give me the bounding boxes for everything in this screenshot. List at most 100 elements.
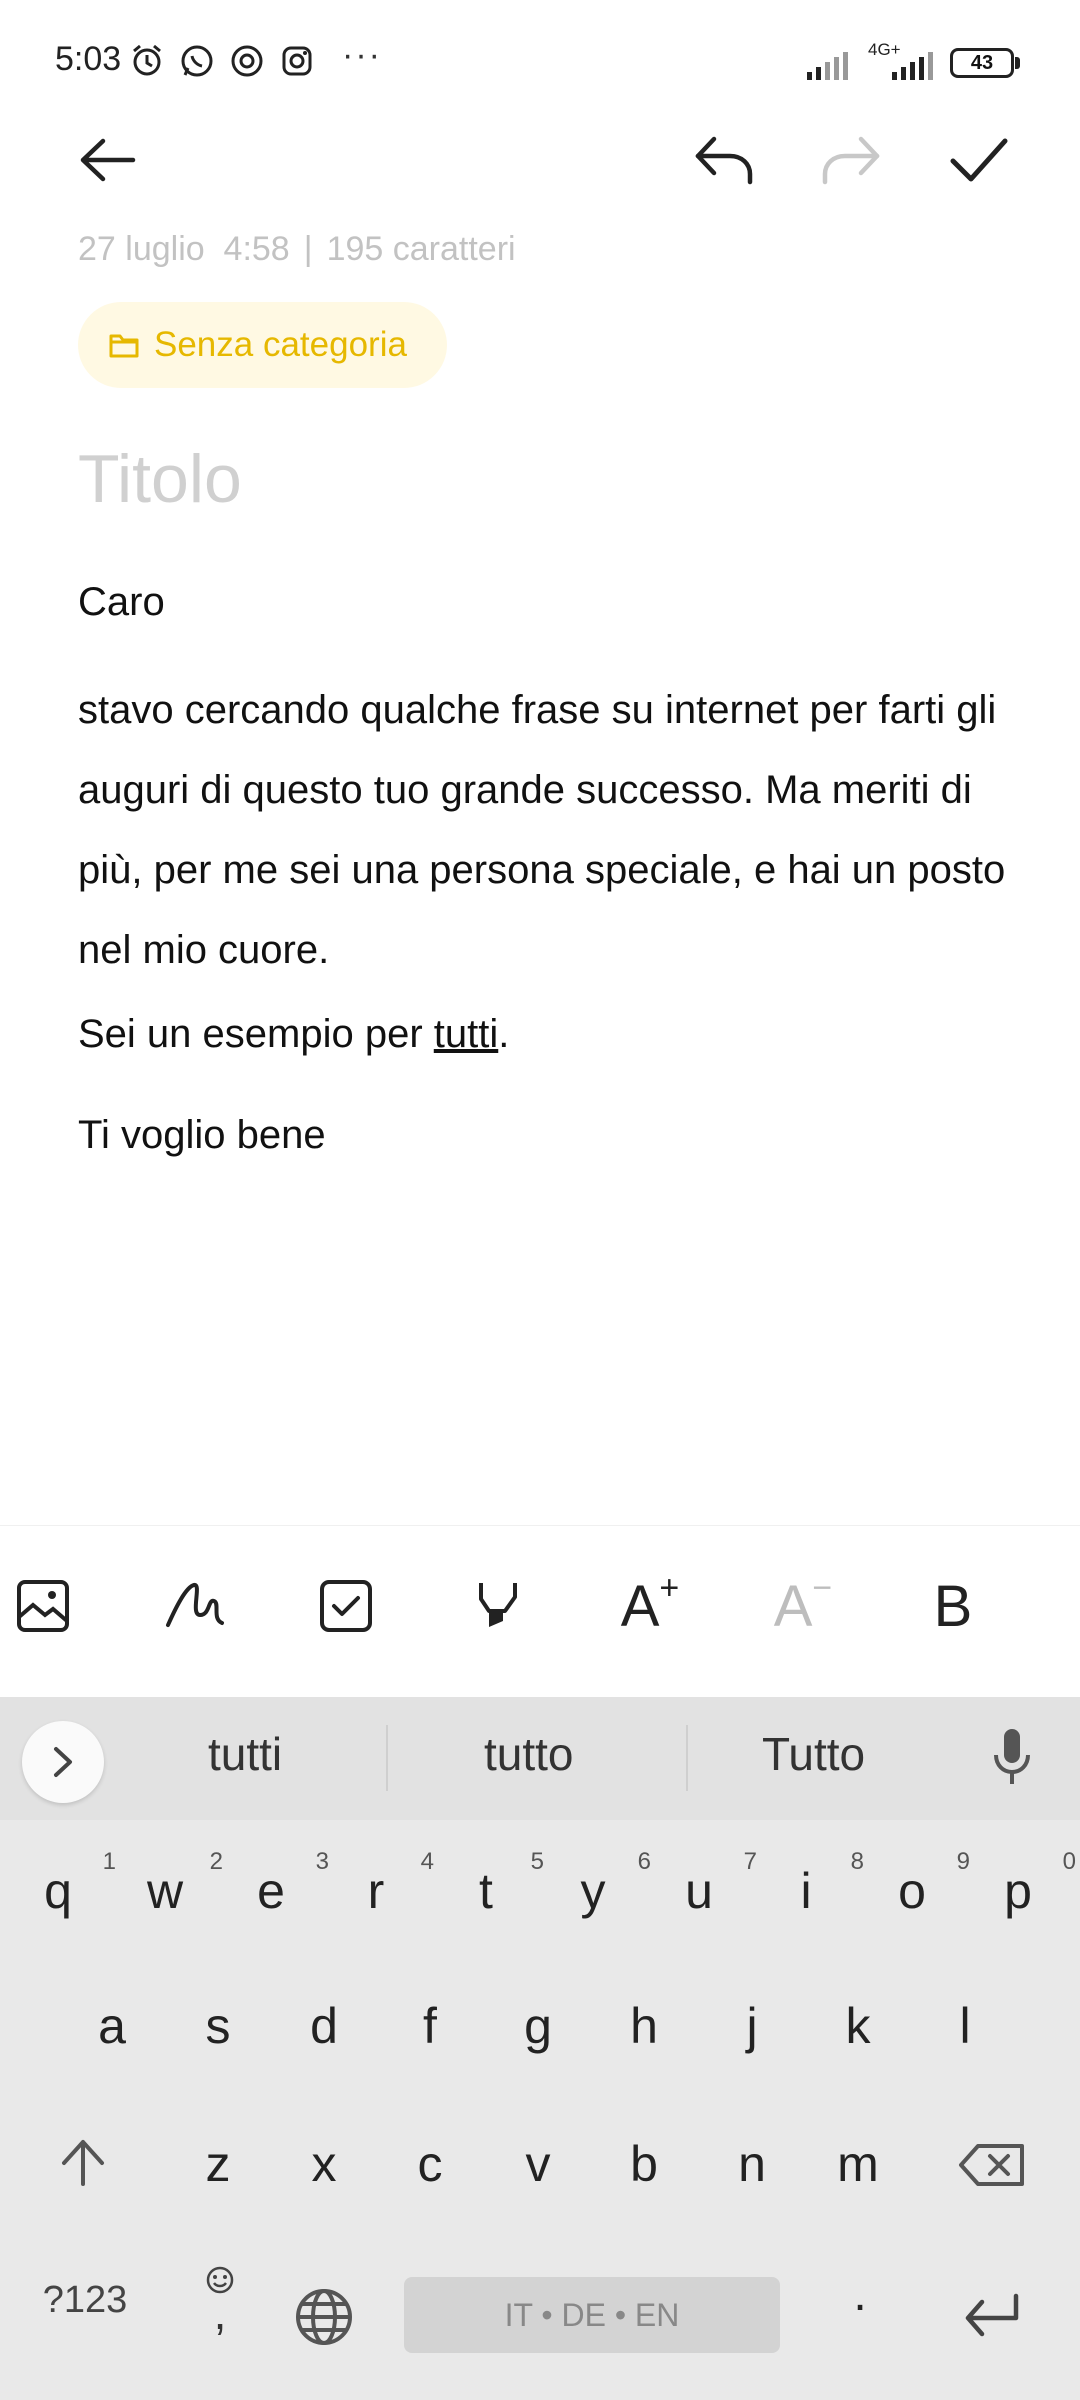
- language-key[interactable]: [294, 2287, 354, 2352]
- plus-glyph: +: [659, 1568, 680, 1607]
- note-metadata: 27 luglio 4:58 | 195 caratteri: [78, 230, 516, 269]
- text-decrease-button[interactable]: A −: [763, 1566, 843, 1646]
- key-i[interactable]: i8: [766, 1848, 864, 1920]
- key-label: o: [898, 1863, 926, 1919]
- key-n[interactable]: n: [712, 2135, 792, 2193]
- status-time: 5:03: [55, 40, 122, 78]
- key-l[interactable]: l: [925, 1997, 1005, 2055]
- globe-icon: [296, 2289, 352, 2345]
- key-hint: 5: [530, 1848, 544, 1875]
- key-m[interactable]: m: [818, 2135, 898, 2193]
- key-s[interactable]: s: [178, 1997, 258, 2055]
- microphone-button[interactable]: [990, 1725, 1034, 1794]
- signal-icon-2: [890, 50, 940, 85]
- key-hint: 1: [102, 1848, 116, 1875]
- note-paragraph: Sei un esempio per tutti.: [78, 1012, 509, 1057]
- text-increase-icon: A: [620, 1573, 660, 1639]
- checklist-icon: [320, 1580, 372, 1632]
- suggestion-item[interactable]: tutti: [208, 1727, 282, 1781]
- paragraph-text: Sei un esempio per: [78, 1012, 434, 1056]
- key-hint: 7: [743, 1848, 757, 1875]
- category-chip[interactable]: Senza categoria: [78, 302, 447, 388]
- key-t[interactable]: t5: [446, 1848, 544, 1920]
- key-z[interactable]: z: [178, 2135, 258, 2193]
- key-h[interactable]: h: [604, 1997, 684, 2055]
- comma-emoji-key[interactable]: ,: [200, 2265, 240, 2336]
- key-o[interactable]: o9: [872, 1848, 970, 1920]
- backspace-icon: [959, 2144, 1024, 2186]
- undo-button[interactable]: [690, 130, 760, 190]
- minus-glyph: −: [812, 1568, 833, 1607]
- back-button[interactable]: [72, 130, 142, 190]
- shift-icon: [62, 2140, 104, 2186]
- key-label: q: [44, 1863, 72, 1919]
- format-toolbar: A + A − B: [0, 1525, 1080, 1696]
- alarm-icon: [128, 42, 166, 80]
- whatsapp-icon: [178, 42, 216, 80]
- expand-suggestions-button[interactable]: [22, 1721, 104, 1803]
- note-paragraph: Ti voglio bene: [78, 1113, 326, 1157]
- key-label: e: [257, 1863, 285, 1919]
- undo-icon: [695, 136, 753, 185]
- chevron-right-icon: [54, 1747, 72, 1777]
- image-icon: [17, 1580, 69, 1632]
- key-q[interactable]: q1: [18, 1848, 116, 1920]
- misspelled-word[interactable]: tutti: [434, 1012, 498, 1056]
- note-greeting: Caro: [78, 580, 165, 624]
- key-y[interactable]: y6: [553, 1848, 652, 1920]
- key-p[interactable]: p0: [978, 1848, 1076, 1920]
- key-label: u: [685, 1863, 713, 1919]
- highlight-icon: [479, 1583, 517, 1627]
- key-label: p: [1004, 1863, 1032, 1919]
- microphone-icon: [994, 1729, 1030, 1784]
- key-w[interactable]: w2: [125, 1848, 223, 1920]
- draw-button[interactable]: [155, 1566, 235, 1646]
- key-label: w: [146, 1863, 184, 1919]
- space-bar[interactable]: IT • DE • EN: [404, 2277, 780, 2353]
- instagram-icon: [278, 42, 316, 80]
- key-j[interactable]: j: [712, 1997, 792, 2055]
- highlight-button[interactable]: [458, 1566, 538, 1646]
- more-notifications-icon: ···: [342, 36, 382, 74]
- key-v[interactable]: v: [498, 2135, 578, 2193]
- enter-key[interactable]: [962, 2292, 1022, 2343]
- backspace-key[interactable]: [958, 2142, 1026, 2193]
- checklist-button[interactable]: [306, 1566, 386, 1646]
- key-a[interactable]: a: [72, 1997, 152, 2055]
- shift-key[interactable]: [58, 2137, 108, 2192]
- key-hint: 4: [420, 1848, 434, 1875]
- confirm-button[interactable]: [944, 130, 1014, 190]
- key-d[interactable]: d: [284, 1997, 364, 2055]
- key-e[interactable]: e3: [231, 1848, 329, 1920]
- suggestion-item[interactable]: Tutto: [762, 1727, 865, 1781]
- keyboard: tutti tutto Tutto q1 w2 e3 r4 t5 y6 u7 i…: [0, 1697, 1080, 2400]
- key-hint: 2: [209, 1848, 223, 1875]
- bold-button[interactable]: B: [913, 1566, 993, 1646]
- redo-button[interactable]: [815, 130, 885, 190]
- key-k[interactable]: k: [818, 1997, 898, 2055]
- key-x[interactable]: x: [284, 2135, 364, 2193]
- char-count: 195 caratteri: [326, 230, 516, 268]
- key-g[interactable]: g: [498, 1997, 578, 2055]
- key-label: r: [367, 1863, 385, 1919]
- insert-image-button[interactable]: [3, 1566, 83, 1646]
- bold-icon: B: [933, 1573, 973, 1639]
- key-f[interactable]: f: [390, 1997, 470, 2055]
- key-b[interactable]: b: [604, 2135, 684, 2193]
- key-label: t: [479, 1863, 493, 1919]
- key-hint: 9: [956, 1848, 970, 1875]
- text-increase-button[interactable]: A +: [610, 1566, 690, 1646]
- key-hint: 8: [850, 1848, 864, 1875]
- note-date: 27 luglio 4:58: [78, 230, 290, 268]
- period-key[interactable]: .: [820, 2267, 900, 2322]
- symbols-key[interactable]: ?123: [40, 2279, 130, 2322]
- battery-icon: 43: [950, 48, 1014, 78]
- suggestion-item[interactable]: tutto: [484, 1727, 574, 1781]
- title-input[interactable]: Titolo: [78, 440, 242, 518]
- key-u[interactable]: u7: [659, 1848, 757, 1920]
- key-r[interactable]: r4: [336, 1848, 434, 1920]
- meta-separator: |: [303, 230, 313, 268]
- folder-icon: [109, 334, 139, 358]
- key-c[interactable]: c: [390, 2135, 470, 2193]
- key-hint: 6: [637, 1848, 651, 1875]
